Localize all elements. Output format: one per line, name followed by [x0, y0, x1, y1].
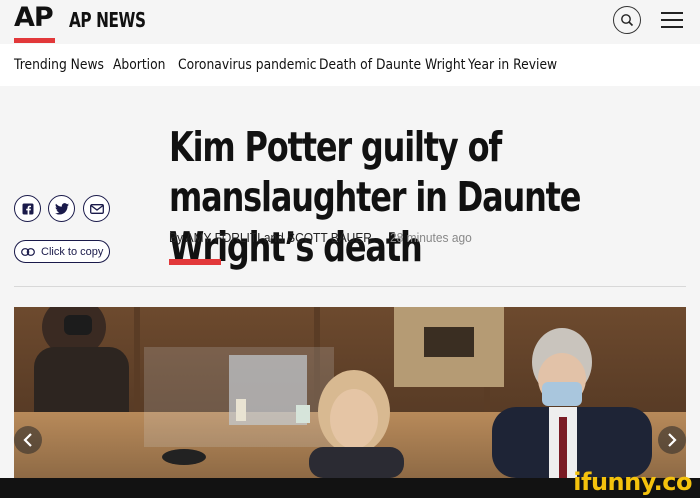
copy-link-label: Click to copy — [41, 245, 104, 258]
section-divider — [14, 286, 686, 287]
nav-item-abortion[interactable]: Abortion — [113, 57, 165, 73]
ap-logo[interactable]: AP — [14, 2, 54, 33]
nav-item-trending-news[interactable]: Trending News — [14, 57, 104, 73]
timestamp: 28 minutes ago — [390, 230, 472, 245]
email-icon — [89, 203, 104, 214]
link-icon — [21, 247, 35, 256]
ifunny-watermark: ifunny.co — [573, 468, 692, 496]
byline: By AMY FORLITI and SCOTT BAUER 28 minute… — [169, 230, 472, 245]
email-share-button[interactable] — [83, 195, 110, 222]
courtroom-photo — [14, 307, 686, 478]
trending-nav: Trending News Abortion Coronavirus pande… — [0, 44, 700, 86]
search-icon — [621, 14, 634, 27]
carousel-next-button[interactable] — [658, 426, 686, 454]
search-button[interactable] — [613, 6, 641, 34]
facebook-icon — [22, 203, 33, 215]
logo-accent-bar — [14, 38, 55, 43]
article-headline: Kim Potter guilty of manslaughter in Dau… — [169, 123, 581, 271]
nav-item-coronavirus-pandemic[interactable]: Coronavirus pandemic — [178, 57, 317, 73]
article-photo[interactable] — [14, 307, 686, 478]
byline-authors: By AMY FORLITI and SCOTT BAUER — [169, 230, 372, 245]
site-title[interactable]: AP NEWS — [69, 8, 146, 32]
copy-link-button[interactable]: Click to copy — [14, 240, 110, 263]
carousel-prev-button[interactable] — [14, 426, 42, 454]
hamburger-menu-icon[interactable] — [661, 10, 683, 30]
nav-item-year-in-review[interactable]: Year in Review — [468, 57, 557, 73]
chevron-left-icon — [23, 433, 32, 447]
twitter-icon — [54, 202, 69, 215]
nav-item-death-of-daunte-wright[interactable]: Death of Daunte Wright — [319, 57, 466, 73]
twitter-share-button[interactable] — [48, 195, 75, 222]
chevron-right-icon — [668, 433, 677, 447]
facebook-share-button[interactable] — [14, 195, 41, 222]
top-bar: AP AP NEWS — [0, 0, 700, 44]
byline-accent-bar — [169, 259, 221, 265]
